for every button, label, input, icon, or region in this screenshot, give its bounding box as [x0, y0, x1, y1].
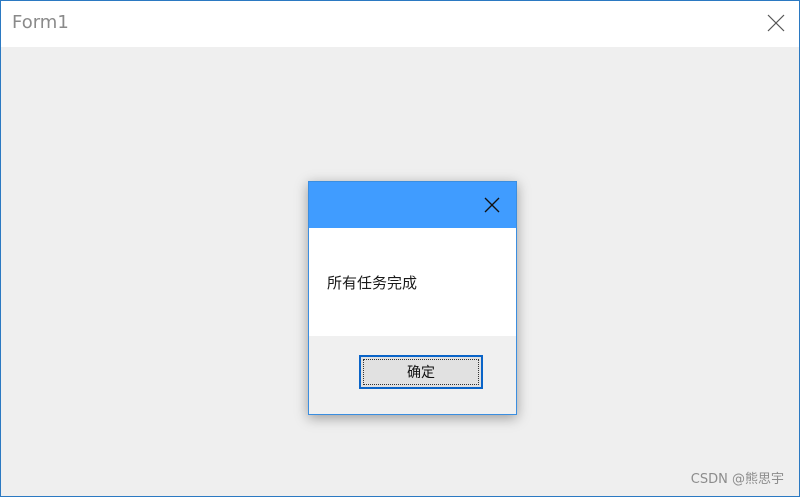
- ok-button[interactable]: 确定: [359, 355, 483, 389]
- watermark-text: CSDN @熊思宇: [690, 472, 784, 487]
- ok-button-label: 确定: [363, 359, 479, 385]
- close-icon: [767, 14, 785, 32]
- window-title: Form1: [12, 12, 69, 33]
- window-close-button[interactable]: [767, 14, 785, 32]
- dialog-close-button[interactable]: [484, 197, 500, 213]
- dialog-titlebar[interactable]: [309, 182, 516, 228]
- message-dialog: 所有任务完成 确定: [308, 181, 517, 415]
- close-icon: [484, 197, 500, 213]
- dialog-message: 所有任务完成: [327, 274, 418, 292]
- dialog-body: 所有任务完成: [309, 228, 516, 336]
- window-titlebar[interactable]: Form1: [1, 1, 799, 47]
- main-window: Form1 所有任务完成 确定 CSDN @熊思宇: [0, 0, 800, 497]
- dialog-footer: 确定: [309, 336, 516, 414]
